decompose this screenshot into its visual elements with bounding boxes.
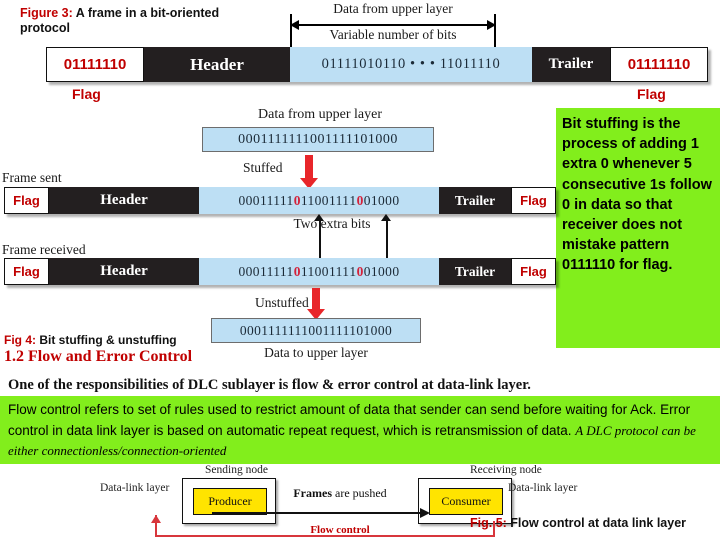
- sent-data: 00011111 0 1100111 1 0 01000: [199, 187, 439, 214]
- frame-received-label: Frame received: [2, 242, 86, 257]
- sending-node-label: Sending node: [205, 464, 268, 476]
- flow-control-arrow-label: Flow control: [310, 524, 370, 536]
- figure5-caption: Fig. 5: Flow control at data link layer: [470, 516, 686, 530]
- figure3-caption: Figure 3: A frame in a bit-oriented prot…: [20, 6, 250, 36]
- sent-data-p1: 00011111: [238, 192, 294, 208]
- recv-flag-left: Flag: [4, 258, 49, 285]
- frame-sent-label: Frame sent: [2, 170, 62, 185]
- frame-cell-trailer: Trailer: [532, 47, 610, 82]
- figure3-caption-label: Figure 3:: [20, 6, 73, 20]
- variable-number-of-bits-label: Variable number of bits: [329, 27, 457, 42]
- frame-cell-flag-left: 01111110: [46, 47, 144, 82]
- section-heading: 1.2 Flow and Error Control: [4, 348, 193, 365]
- frame-cell-flag-right: 01111110: [610, 47, 708, 82]
- data-link-layer-label-right: Data-link layer: [508, 482, 578, 494]
- sent-data-stuffbit-2: 0: [356, 192, 364, 208]
- recv-header: Header: [49, 258, 199, 285]
- flag-right-caption: Flag: [637, 86, 666, 102]
- bit-stuffing-callout-box: Bit stuffing is the process of adding 1 …: [556, 108, 720, 348]
- frame-cell-data: 01111010110 • • • 11011110: [290, 47, 532, 82]
- sent-flag-right: Flag: [511, 187, 556, 214]
- recv-data-p4: 01000: [363, 263, 400, 279]
- frames-are-pushed-rest: are pushed: [332, 486, 387, 500]
- consumer-label: Consumer: [429, 488, 503, 515]
- two-extra-bits-label: Two extra bits: [293, 216, 371, 231]
- unstuffed-data-box: 0001111111001111101000: [211, 318, 421, 343]
- flow-control-paragraph: Flow control refers to set of rules used…: [0, 396, 720, 464]
- data-to-upper-layer-label: Data to upper layer: [264, 345, 368, 360]
- sent-flag-left: Flag: [4, 187, 49, 214]
- stuffed-label: Stuffed: [243, 160, 283, 175]
- recv-data: 00011111 0 1100111 1 0 01000: [199, 258, 439, 285]
- flag-left-caption: Flag: [72, 86, 101, 102]
- frame-received-bar: Flag Header 00011111 0 1100111 1 0 01000 Trai…: [4, 258, 556, 285]
- responsibility-statement: One of the responsibilities of DLC subla…: [8, 377, 531, 393]
- sent-data-p4: 01000: [363, 192, 400, 208]
- recv-data-p1: 00011111: [238, 263, 294, 279]
- bracket-tick-right: [494, 14, 496, 48]
- recv-data-p2: 1100111: [300, 263, 350, 279]
- figure5-caption-num: Fig. 5:: [470, 516, 507, 530]
- figure4-caption-num: Fig 4:: [4, 333, 36, 347]
- recv-data-stuffbit-1: 0: [293, 263, 301, 279]
- sent-header: Header: [49, 187, 199, 214]
- figure4-caption-text: Bit stuffing & unstuffing: [36, 333, 177, 347]
- frames-are-pushed-label: Frames are pushed: [240, 486, 440, 501]
- data-from-upper-layer-label-fig4: Data from upper layer: [258, 107, 382, 122]
- recv-trailer: Trailer: [439, 258, 511, 285]
- recv-data-stuffbit-2: 0: [356, 263, 364, 279]
- original-data-box: 0001111111001111101000: [202, 127, 434, 152]
- bracket-tick-left: [290, 14, 292, 48]
- recv-flag-right: Flag: [511, 258, 556, 285]
- bit-oriented-frame-bar: 01111110 Header 01111010110 • • • 110111…: [46, 47, 708, 82]
- sent-data-p2: 1100111: [300, 192, 350, 208]
- sent-data-stuffbit-1: 0: [293, 192, 301, 208]
- unstuffed-red-arrow: [307, 288, 325, 320]
- frames-are-pushed-bold: Frames: [293, 486, 332, 500]
- figure5-caption-text: Flow control at data link layer: [506, 516, 687, 530]
- sent-trailer: Trailer: [439, 187, 511, 214]
- figure4-caption: Fig 4: Bit stuffing & unstuffing: [4, 333, 177, 347]
- data-link-layer-label-left: Data-link layer: [100, 482, 170, 494]
- data-from-upper-layer-label-top: Data from upper layer: [333, 1, 453, 16]
- stuffed-red-arrow: [300, 155, 318, 189]
- recv-data-p3: 1: [349, 263, 357, 279]
- frame-sent-bar: Flag Header 00011111 0 1100111 1 0 01000 Trai…: [4, 187, 556, 214]
- receiving-node-label: Receiving node: [470, 464, 542, 476]
- unstuffed-label: Unstuffed: [255, 295, 309, 310]
- frame-cell-header: Header: [144, 47, 290, 82]
- sent-data-p3: 1: [349, 192, 357, 208]
